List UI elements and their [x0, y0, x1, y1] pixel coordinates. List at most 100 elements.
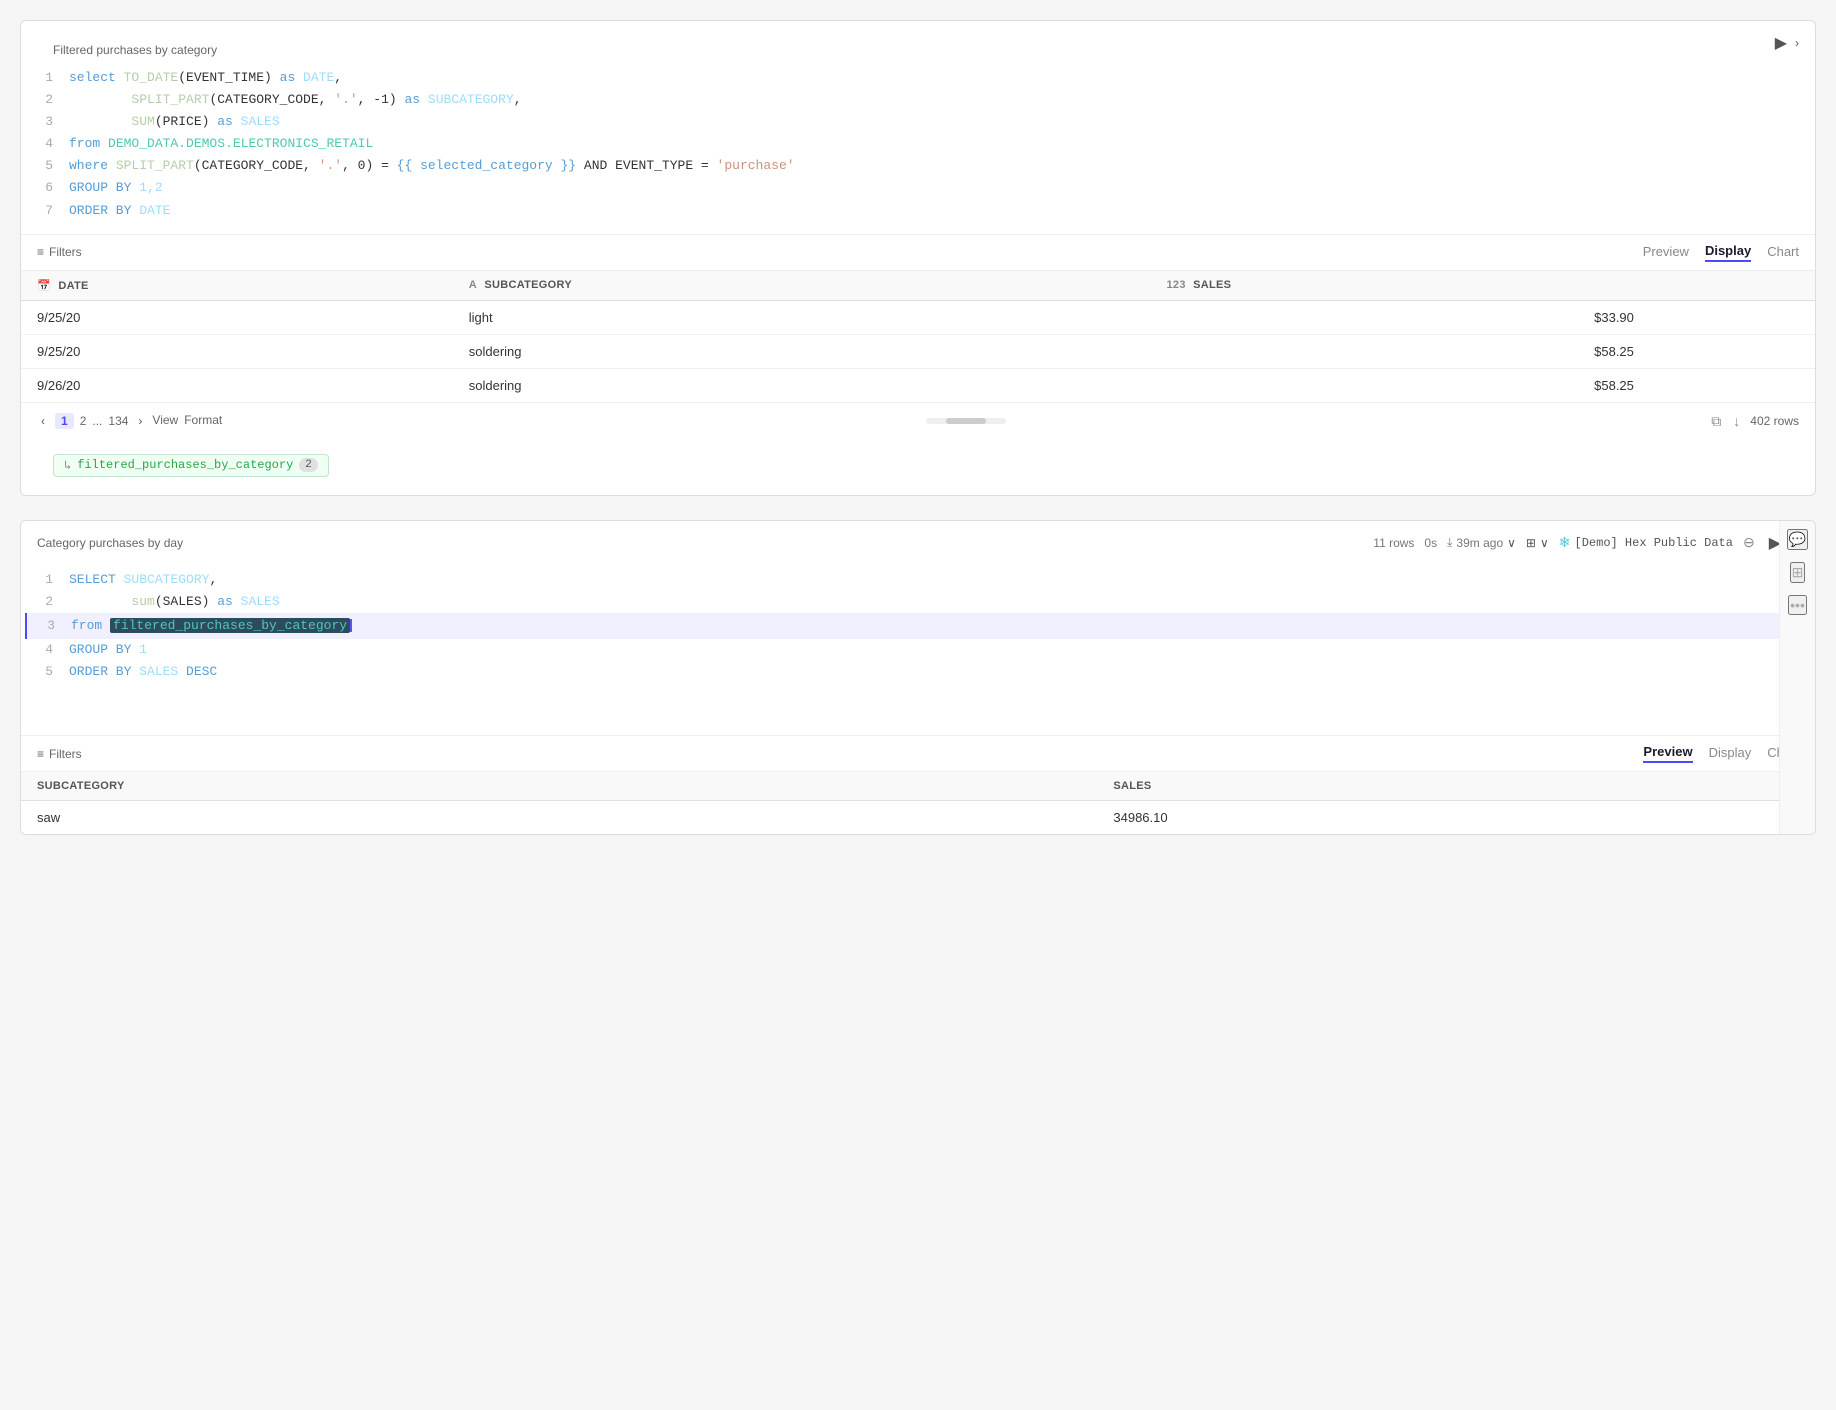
code-line: 2 sum(SALES) as SALES	[37, 591, 1799, 613]
line-number: 1	[37, 569, 53, 591]
ago-chevron[interactable]: ∨	[1507, 536, 1516, 550]
cell1-filters-button[interactable]: ≡ Filters	[37, 245, 82, 259]
code-text: GROUP BY 1	[69, 639, 147, 661]
page-ellipsis: ...	[92, 414, 102, 428]
code-text: SUM(PRICE) as SALES	[69, 111, 280, 133]
col-empty	[1650, 271, 1815, 301]
cell1-run-area: ▶ ›	[1771, 31, 1799, 55]
schema-chevron[interactable]: ∨	[1540, 536, 1549, 550]
format-button[interactable]: Format	[184, 413, 222, 429]
line-number: 5	[37, 661, 53, 683]
cell2-table: SUBCATEGORY SALES saw 34986.10	[21, 772, 1815, 834]
line-number: 4	[37, 639, 53, 661]
code-line: 2 SPLIT_PART(CATEGORY_CODE, '.', -1) as …	[37, 89, 1799, 111]
table-row: 9/25/20 light $33.90	[21, 300, 1815, 334]
code-text: SELECT SUBCATEGORY,	[69, 569, 217, 591]
cell-date: 9/26/20	[21, 368, 453, 402]
row-count: 402 rows	[1750, 414, 1799, 428]
code-line: 3 SUM(PRICE) as SALES	[37, 111, 1799, 133]
pagination-right: ⧉ ↓ 402 rows	[1709, 411, 1799, 432]
download-button[interactable]: ↓	[1731, 411, 1742, 431]
cell2-result: ≡ Filters Preview Display Chart SUBCATEG…	[21, 735, 1815, 834]
line-number: 3	[39, 615, 55, 637]
code-text: select TO_DATE(EVENT_TIME) as DATE,	[69, 67, 342, 89]
table-header-row: SUBCATEGORY SALES	[21, 772, 1815, 801]
cell1-ref-tag-container: ↳ filtered_purchases_by_category 2	[21, 440, 1815, 495]
cell2-code: 1 SELECT SUBCATEGORY, 2 sum(SALES) as SA…	[37, 569, 1799, 683]
table-row: 9/25/20 soldering $58.25	[21, 334, 1815, 368]
cell2-title: Category purchases by day	[37, 536, 183, 550]
tab-chart[interactable]: Chart	[1767, 243, 1799, 262]
line-number: 2	[37, 591, 53, 613]
num-icon: 123	[1167, 279, 1186, 291]
prev-page-button[interactable]: ‹	[37, 413, 49, 429]
cell1-chevron-button[interactable]: ›	[1795, 36, 1799, 50]
pagination-left: ‹ 1 2 ... 134 › View Format	[37, 413, 222, 429]
code-line: 4 from DEMO_DATA.DEMOS.ELECTRONICS_RETAI…	[37, 133, 1799, 155]
cell-subcategory: soldering	[453, 334, 1151, 368]
line-number: 7	[37, 200, 53, 222]
page-134[interactable]: 134	[108, 414, 128, 428]
code-text: from filtered_purchases_by_category	[71, 615, 352, 637]
schema-button[interactable]: ⊞	[1526, 536, 1536, 550]
filters-icon: ≡	[37, 245, 44, 259]
horizontal-scrollbar[interactable]	[926, 418, 1006, 424]
rows-value: 11 rows	[1373, 536, 1414, 550]
view-button[interactable]: View	[152, 413, 178, 429]
cell-sales: $58.25	[1151, 368, 1650, 402]
cell-empty	[1650, 368, 1815, 402]
copy-button[interactable]: ⧉	[1709, 411, 1723, 432]
cell-date: 9/25/20	[21, 300, 453, 334]
cell1-table: 📅 DATE A SUBCATEGORY 123 SALES 9/25/20 l…	[21, 271, 1815, 402]
tab-display[interactable]: Display	[1709, 744, 1752, 763]
filters-icon: ≡	[37, 747, 44, 761]
cell-subcategory: saw	[21, 801, 1097, 835]
line-number: 1	[37, 67, 53, 89]
page-2[interactable]: 2	[80, 414, 87, 428]
text-icon: A	[469, 279, 477, 291]
line-number: 5	[37, 155, 53, 177]
tab-display[interactable]: Display	[1705, 243, 1751, 262]
code-text: GROUP BY 1,2	[69, 177, 163, 199]
code-text: ORDER BY SALES DESC	[69, 661, 217, 683]
cell-date: 9/25/20	[21, 334, 453, 368]
code-line: 5 ORDER BY SALES DESC	[37, 661, 1799, 683]
col-subcategory: SUBCATEGORY	[21, 772, 1097, 801]
table-icon-button[interactable]: ⊞	[1790, 562, 1806, 583]
date-icon: 📅	[37, 280, 51, 292]
cell1-editor: Filtered purchases by category ▶ › 1 sel…	[21, 21, 1815, 234]
table-row: saw 34986.10	[21, 801, 1815, 835]
tab-preview[interactable]: Preview	[1643, 243, 1689, 262]
line-number: 6	[37, 177, 53, 199]
chat-icon-button[interactable]: 💬	[1787, 529, 1808, 550]
save-icon: ⤓	[1447, 535, 1452, 550]
scrollbar-thumb	[946, 418, 986, 424]
cell2-filters-button[interactable]: ≡ Filters	[37, 747, 82, 761]
next-page-button[interactable]: ›	[134, 413, 146, 429]
cell1-ref-tag: ↳ filtered_purchases_by_category 2	[53, 454, 329, 477]
cell-sales: 34986.10	[1097, 801, 1815, 835]
code-text: sum(SALES) as SALES	[69, 591, 280, 613]
cell1-result: ≡ Filters Preview Display Chart 📅 DATE A…	[21, 234, 1815, 440]
ref-tag-name: filtered_purchases_by_category	[77, 458, 293, 472]
cell1-run-button[interactable]: ▶	[1771, 31, 1791, 55]
filters-label: Filters	[49, 747, 82, 761]
col-subcategory: A SUBCATEGORY	[453, 271, 1151, 301]
col-date: 📅 DATE	[21, 271, 453, 301]
cell1-title: Filtered purchases by category	[37, 33, 1799, 57]
code-line: 1 SELECT SUBCATEGORY,	[37, 569, 1799, 591]
cell-empty	[1650, 300, 1815, 334]
line-number: 3	[37, 111, 53, 133]
ago-value: 39m ago	[1456, 536, 1503, 550]
col-sales: 123 SALES	[1151, 271, 1650, 301]
more-icon-button[interactable]: •••	[1788, 595, 1807, 615]
arrow-icon: ↳	[64, 458, 71, 473]
schema-meta: ⊞ ∨	[1526, 536, 1549, 550]
stop-button[interactable]: ⊖	[1743, 534, 1755, 551]
tab-preview[interactable]: Preview	[1643, 744, 1692, 763]
code-line: 5 where SPLIT_PART(CATEGORY_CODE, '.', 0…	[37, 155, 1799, 177]
ago-meta: ⤓ 39m ago ∨	[1447, 535, 1516, 550]
cell2-main: Category purchases by day 11 rows 0s ⤓ 3…	[21, 521, 1815, 834]
code-text: SPLIT_PART(CATEGORY_CODE, '.', -1) as SU…	[69, 89, 522, 111]
time-value: 0s	[1424, 536, 1437, 550]
